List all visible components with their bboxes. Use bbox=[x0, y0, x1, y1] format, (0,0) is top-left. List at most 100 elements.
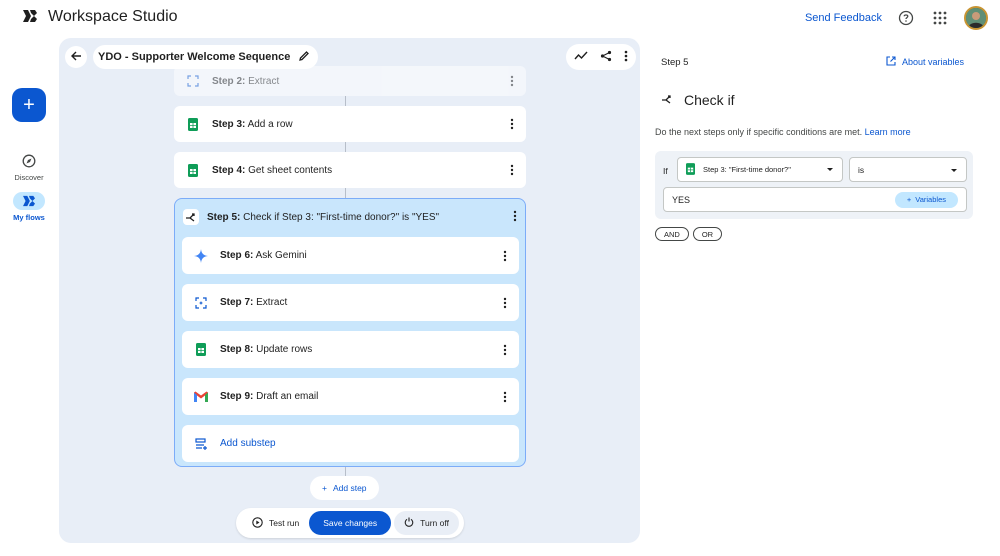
step-card-2[interactable]: Step 2: Extract bbox=[174, 66, 526, 96]
step-card-3[interactable]: Step 3: Add a row bbox=[174, 106, 526, 142]
step-card-7[interactable]: Step 7: Extract bbox=[182, 284, 519, 321]
step-group-5[interactable]: Step 5: Check if Step 3: "First-time don… bbox=[174, 198, 526, 467]
more-vert-icon[interactable] bbox=[513, 210, 517, 225]
turn-off-label: Turn off bbox=[420, 518, 449, 528]
arrow-left-icon bbox=[70, 50, 82, 65]
step-label: Step 4: Get sheet contents bbox=[212, 164, 333, 176]
flow-name-text: YDO - Supporter Welcome Sequence bbox=[98, 51, 291, 63]
learn-more-link[interactable]: Learn more bbox=[865, 127, 911, 137]
condition-box: If Step 3: "First-time donor?" is YES + … bbox=[655, 151, 973, 219]
flows-icon bbox=[13, 192, 45, 210]
send-feedback-link[interactable]: Send Feedback bbox=[805, 12, 882, 24]
power-icon bbox=[404, 517, 414, 529]
pencil-icon[interactable] bbox=[298, 50, 310, 65]
step-label: Step 8: Update rows bbox=[220, 344, 313, 355]
caret-down-icon bbox=[826, 165, 834, 174]
brand[interactable]: Workspace Studio bbox=[22, 8, 178, 26]
turn-off-button[interactable]: Turn off bbox=[394, 511, 459, 535]
connector bbox=[345, 467, 346, 476]
logic-buttons: AND OR bbox=[655, 227, 723, 241]
plus-icon: + bbox=[23, 93, 35, 116]
save-changes-button[interactable]: Save changes bbox=[309, 511, 392, 535]
caret-down-icon bbox=[950, 165, 958, 175]
more-vert-icon[interactable] bbox=[503, 344, 507, 356]
add-step-label: Add step bbox=[332, 483, 367, 493]
about-variables-link[interactable]: About variables bbox=[886, 56, 964, 68]
studio-logo-icon bbox=[22, 9, 38, 26]
new-flow-button[interactable]: + bbox=[12, 88, 46, 122]
step-settings-panel: Step 5 About variables Check if Do the n… bbox=[647, 42, 982, 537]
more-vert-icon[interactable] bbox=[510, 164, 514, 176]
app-title: Workspace Studio bbox=[48, 8, 178, 25]
variables-label: Variables bbox=[915, 195, 946, 204]
activity-icon[interactable] bbox=[574, 50, 588, 65]
more-vert-icon[interactable] bbox=[624, 50, 628, 65]
condition-value-text: YES bbox=[672, 194, 691, 205]
add-substep-button[interactable]: Add substep bbox=[182, 425, 519, 462]
flow-canvas[interactable]: YDO - Supporter Welcome Sequence Step 2:… bbox=[59, 38, 640, 543]
step-group-header[interactable]: Step 5: Check if Step 3: "First-time don… bbox=[175, 199, 527, 235]
rail-label-discover: Discover bbox=[14, 173, 44, 182]
step-card-6[interactable]: Step 6: Ask Gemini bbox=[182, 237, 519, 274]
condition-field-select[interactable]: Step 3: "First-time donor?" bbox=[677, 157, 843, 182]
step-label: Step 7: Extract bbox=[220, 297, 288, 308]
rail-label-my-flows: My flows bbox=[13, 213, 45, 222]
step-card-9[interactable]: Step 9: Draft an email bbox=[182, 378, 519, 415]
connector bbox=[345, 96, 346, 106]
extract-icon bbox=[186, 74, 200, 88]
connector bbox=[345, 142, 346, 152]
save-label: Save changes bbox=[323, 518, 378, 528]
more-vert-icon[interactable] bbox=[503, 391, 507, 403]
rail-item-my-flows[interactable]: My flows bbox=[0, 192, 58, 222]
compass-icon bbox=[13, 152, 45, 170]
more-vert-icon[interactable] bbox=[510, 118, 514, 130]
panel-title-text: Check if bbox=[684, 92, 735, 108]
condition-operator-select[interactable]: is bbox=[849, 157, 967, 182]
step-label: Step 2: Extract bbox=[212, 75, 280, 87]
help-icon[interactable] bbox=[896, 8, 916, 28]
branch-icon bbox=[661, 92, 674, 108]
plus-icon: + bbox=[322, 483, 327, 493]
add-substep-label: Add substep bbox=[220, 438, 276, 449]
and-button[interactable]: AND bbox=[655, 227, 689, 241]
more-vert-icon[interactable] bbox=[503, 297, 507, 309]
apps-grid-icon[interactable] bbox=[930, 8, 950, 28]
test-run-label: Test run bbox=[269, 518, 300, 528]
or-button[interactable]: OR bbox=[692, 227, 723, 241]
gemini-icon bbox=[194, 248, 208, 263]
condition-value-input[interactable]: YES + Variables bbox=[663, 187, 967, 212]
step-card-4[interactable]: Step 4: Get sheet contents bbox=[174, 152, 526, 188]
condition-operator-value: is bbox=[858, 164, 865, 175]
step-label: Step 9: Draft an email bbox=[220, 391, 319, 402]
more-vert-icon[interactable] bbox=[510, 75, 514, 87]
panel-step-label: Step 5 bbox=[661, 57, 689, 68]
canvas-tools bbox=[566, 44, 636, 70]
plus-icon: + bbox=[906, 195, 912, 204]
action-bar: Test run Save changes Turn off bbox=[236, 508, 464, 538]
more-vert-icon[interactable] bbox=[503, 250, 507, 262]
connector bbox=[345, 188, 346, 198]
test-run-button[interactable]: Test run bbox=[240, 516, 309, 530]
branch-icon bbox=[183, 209, 199, 225]
left-rail: + Discover My flows bbox=[0, 38, 58, 556]
step-group-label: Step 5: Check if Step 3: "First-time don… bbox=[207, 211, 440, 223]
step-card-8[interactable]: Step 8: Update rows bbox=[182, 331, 519, 368]
play-circle-icon bbox=[252, 516, 263, 530]
sheets-icon bbox=[186, 163, 200, 177]
gmail-icon bbox=[194, 390, 208, 404]
extract-icon bbox=[194, 296, 208, 310]
add-step-button[interactable]: + Add step bbox=[310, 476, 379, 500]
variables-button[interactable]: + Variables bbox=[894, 191, 958, 208]
sheets-icon bbox=[686, 162, 695, 177]
about-variables-label: About variables bbox=[901, 57, 964, 67]
rail-item-discover[interactable]: Discover bbox=[0, 152, 58, 182]
condition-field-value: Step 3: "First-time donor?" bbox=[703, 165, 791, 174]
share-icon[interactable] bbox=[600, 50, 612, 65]
panel-title: Check if bbox=[661, 92, 735, 108]
top-bar: Workspace Studio Send Feedback bbox=[0, 0, 1000, 38]
back-button[interactable] bbox=[65, 46, 87, 68]
step-label: Step 6: Ask Gemini bbox=[220, 250, 307, 261]
user-avatar[interactable] bbox=[964, 6, 988, 30]
panel-description: Do the next steps only if specific condi… bbox=[655, 127, 911, 137]
open-in-new-icon bbox=[886, 56, 896, 68]
